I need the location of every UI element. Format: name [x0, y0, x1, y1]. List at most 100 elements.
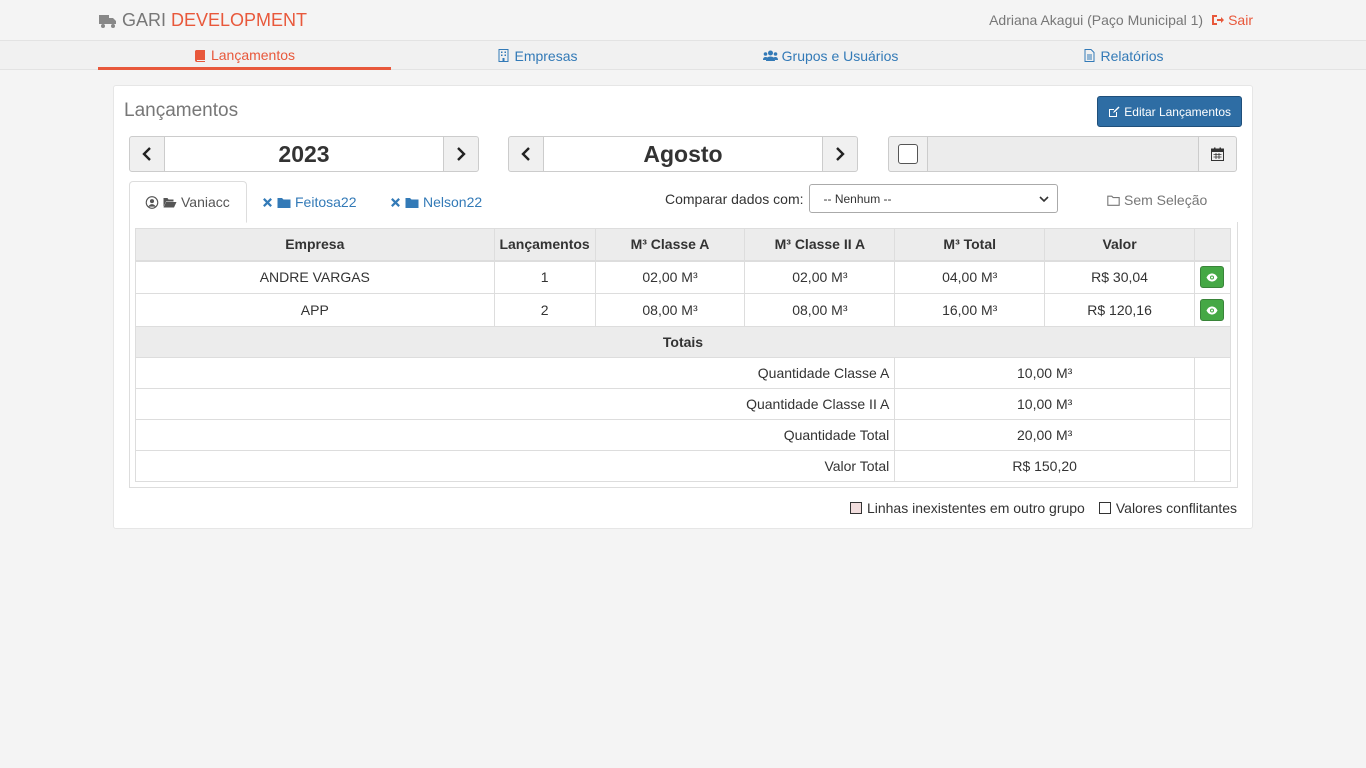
nav-label: Grupos e Usuários [781, 47, 899, 64]
totals-spacer [1193, 388, 1232, 420]
legend: Linhas inexistentes em outro grupo Valor… [849, 500, 1237, 516]
folder-icon [277, 197, 291, 208]
table-row: APP 2 08,00 M³ 08,00 M³ 16,00 M³ R$ 120,… [135, 293, 1232, 327]
logout-link[interactable]: Sair [1211, 12, 1253, 28]
compare-selected-value: -- Nenhum -- [823, 191, 892, 206]
chevron-right-icon [836, 147, 845, 161]
top-bar: GARI DEVELOPMENT Adriana Akagui (Paço Mu… [0, 0, 1366, 41]
nav-lancamentos[interactable]: Lançamentos [98, 41, 391, 70]
totals-row: Valor Total R$ 150,20 [134, 450, 1232, 482]
year-stepper: 2023 [129, 136, 479, 172]
selection-indicator: Sem Seleção [1107, 192, 1207, 208]
edit-lancamentos-button[interactable]: Editar Lançamentos [1097, 96, 1242, 127]
user-area: Adriana Akagui (Paço Municipal 1) Sair [989, 12, 1253, 28]
building-icon [498, 49, 509, 62]
nav-label: Empresas [514, 47, 578, 64]
year-value: 2023 [165, 136, 443, 172]
view-button[interactable] [1200, 299, 1225, 321]
legend-swatch-missing [849, 502, 862, 514]
column-header: M³ Total [894, 228, 1046, 262]
tab-label: Feitosa22 [295, 194, 357, 210]
tab-label: Nelson22 [423, 194, 483, 210]
cell-empresa: ANDRE VARGAS [135, 260, 495, 294]
totals-header-row: Totais [135, 326, 1231, 358]
page-title: Lançamentos [124, 100, 239, 121]
date-input[interactable] [928, 136, 1198, 172]
month-value: Agosto [544, 136, 822, 172]
cell-total: 16,00 M³ [894, 293, 1046, 327]
tab-label: Vaniacc [181, 194, 230, 210]
year-next-button[interactable] [443, 136, 479, 172]
date-enable-checkbox[interactable] [898, 144, 918, 164]
column-header: M³ Classe II A [744, 228, 896, 262]
brand-logo[interactable]: GARI DEVELOPMENT [98, 10, 307, 31]
nav-grupos-usuarios[interactable]: Grupos e Usuários [684, 41, 977, 70]
totals-value: R$ 150,20 [894, 450, 1195, 482]
legend-label: Linhas inexistentes em outro grupo [866, 500, 1085, 516]
cell-classe-a: 02,00 M³ [594, 260, 746, 294]
tab-vaniacc[interactable]: Vaniacc [129, 181, 247, 223]
cell-actions [1193, 260, 1232, 294]
date-checkbox-wrap [888, 136, 928, 172]
eye-icon [1206, 306, 1218, 314]
close-icon[interactable] [262, 197, 273, 208]
lancamentos-table: Empresa Lançamentos M³ Classe A M³ Class… [134, 228, 1232, 482]
totals-row: Quantidade Total 20,00 M³ [134, 419, 1232, 451]
tab-feitosa22[interactable]: Feitosa22 [247, 181, 371, 223]
cell-lancamentos: 1 [493, 260, 596, 294]
compare-label: Comparar dados com: [665, 190, 804, 207]
brand-environment: DEVELOPMENT [171, 10, 308, 30]
compare-control: Comparar dados com: -- Nenhum -- [665, 184, 1058, 213]
totals-label: Quantidade Total [134, 419, 896, 451]
tab-nelson22[interactable]: Nelson22 [375, 181, 497, 223]
cell-classe-ii-a: 02,00 M³ [744, 260, 896, 294]
chevron-down-icon [1038, 195, 1049, 202]
column-header: Valor [1044, 228, 1195, 262]
user-circle-icon [145, 195, 159, 209]
month-prev-button[interactable] [508, 136, 544, 172]
user-name: Adriana Akagui (Paço Municipal 1) [989, 12, 1204, 28]
totals-value: 10,00 M³ [894, 357, 1195, 389]
edit-button-label: Editar Lançamentos [1124, 104, 1231, 119]
view-button[interactable] [1200, 266, 1225, 289]
cell-total: 04,00 M³ [894, 260, 1046, 294]
chevron-left-icon [521, 147, 530, 161]
column-header: Lançamentos [493, 228, 596, 262]
edit-icon [1109, 106, 1120, 117]
selection-label: Sem Seleção [1124, 192, 1208, 208]
cell-empresa: APP [135, 293, 495, 327]
nav-empresas[interactable]: Empresas [391, 41, 684, 70]
totals-row: Quantidade Classe A 10,00 M³ [134, 357, 1232, 389]
cell-lancamentos: 2 [493, 293, 596, 327]
cell-classe-a: 08,00 M³ [594, 293, 746, 327]
totals-spacer [1193, 450, 1232, 482]
folder-outline-icon [1107, 195, 1120, 206]
date-filter [888, 136, 1237, 172]
book-icon [194, 49, 205, 62]
main-nav: Lançamentos Empresas Grupos e Usuários R… [0, 40, 1366, 70]
nav-label: Relatórios [1100, 47, 1164, 64]
column-header: Empresa [135, 228, 495, 262]
year-prev-button[interactable] [129, 136, 165, 172]
calendar-icon [1211, 147, 1224, 161]
legend-swatch-conflicting [1098, 502, 1111, 514]
sign-out-icon [1212, 15, 1225, 25]
totals-value: 10,00 M³ [894, 388, 1195, 420]
totals-title: Totais [135, 326, 1231, 358]
table-header-row: Empresa Lançamentos M³ Classe A M³ Class… [135, 228, 1232, 262]
close-icon[interactable] [390, 197, 401, 208]
nav-relatorios[interactable]: Relatórios [977, 41, 1270, 70]
legend-item-missing: Linhas inexistentes em outro grupo [849, 500, 1085, 516]
month-next-button[interactable] [822, 136, 858, 172]
totals-row: Quantidade Classe II A 10,00 M³ [134, 388, 1232, 420]
cell-valor: R$ 120,16 [1044, 293, 1195, 327]
cell-actions [1193, 293, 1232, 327]
column-header-actions [1193, 228, 1232, 262]
column-header: M³ Classe A [594, 228, 746, 262]
legend-item-conflicting: Valores conflitantes [1098, 500, 1237, 516]
calendar-button[interactable] [1198, 136, 1237, 172]
chevron-right-icon [457, 147, 466, 161]
compare-select[interactable]: -- Nenhum -- [808, 184, 1058, 213]
logout-label: Sair [1228, 12, 1253, 28]
truck-icon [99, 14, 116, 28]
